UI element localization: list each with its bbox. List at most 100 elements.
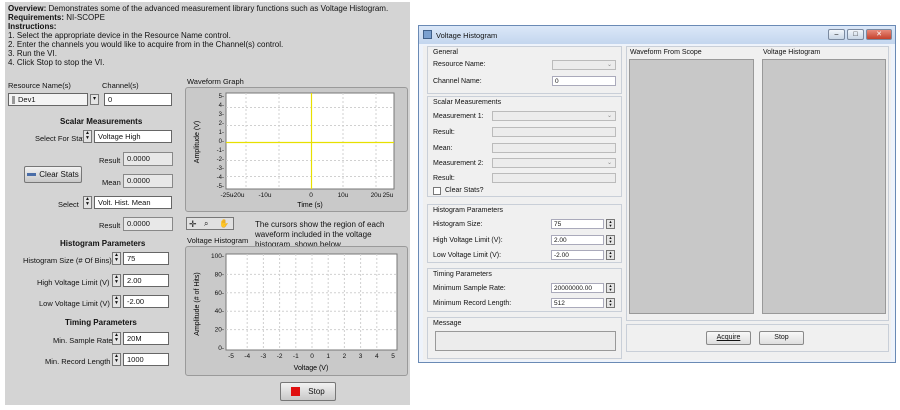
clear-stats-checkbox[interactable] (433, 187, 441, 195)
waveform-y-tick: 2- (219, 121, 224, 127)
histogram-x-tick: 3 (359, 353, 363, 360)
measurement2-dropdown[interactable]: ⌄ (492, 158, 616, 168)
mean-field (492, 143, 616, 153)
histogram-y-axis-label: Amplitude (# of Hits) (194, 272, 201, 335)
waveform-from-scope-label: Waveform From Scope (630, 49, 702, 56)
resource-dropdown-arrow-icon[interactable]: ▾ (90, 94, 99, 105)
histogram-x-tick: -5 (228, 353, 234, 360)
histogram-x-ticks: -5 -4 -3 -2 -1 0 1 2 3 4 5 (228, 353, 395, 360)
channel-name-input[interactable]: 0 (552, 76, 616, 86)
high-voltage-limit-input[interactable]: 2.00 (123, 274, 169, 287)
requirements-text: NI-SCOPE (64, 13, 105, 22)
min-sample-rate-input[interactable]: 20M (123, 332, 169, 345)
voltage-histogram-graph: 100- 80- 60- 40- 20- 0- -5 -4 -3 -2 -1 0 1 2 3 4 5 Volt… (185, 246, 408, 376)
histogram-y-tick: 100- (211, 253, 224, 260)
result2-field (492, 173, 616, 183)
histogram-x-tick: 5 (391, 353, 395, 360)
minimize-icon: – (834, 31, 839, 38)
scalar-measurements-heading: Scalar Measurements (433, 99, 502, 106)
maximize-icon: □ (853, 31, 858, 38)
title-bar: Voltage Histogram – □ ✕ (419, 26, 895, 44)
high-voltage-limit-input[interactable]: 2.00 (551, 235, 604, 245)
histogram-size-label: Histogram Size (# Of Bins) (23, 256, 112, 265)
min-sample-rate-label: Minimum Sample Rate: (433, 285, 506, 292)
min-sample-rate-label: Min. Sample Rate (53, 336, 113, 345)
histogram-parameters-title: Histogram Parameters (60, 239, 146, 248)
low-voltage-limit-input[interactable]: -2.00 (123, 295, 169, 308)
min-sample-rate-input[interactable]: 20000000.00 (551, 283, 604, 293)
histogram-x-tick: -4 (244, 353, 250, 360)
stop-button[interactable]: Stop (280, 382, 336, 401)
select-for-stats-ring[interactable]: Voltage High (94, 130, 172, 143)
waveform-y-axis-label: Amplitude (V) (194, 121, 201, 163)
maximize-button[interactable]: □ (847, 29, 864, 40)
min-sample-rate-spinner-icon[interactable]: ▲ ▼ (112, 332, 121, 345)
histogram-size-spinner-icon[interactable]: ▲ ▼ (112, 252, 121, 265)
waveform-graph-label: Waveform Graph (187, 77, 244, 86)
measurement1-dropdown[interactable]: ⌄ (492, 111, 616, 121)
result2-label: Result (99, 221, 121, 230)
resource-name-dropdown[interactable]: ⌄ (552, 60, 616, 70)
result2-label: Result: (433, 175, 455, 182)
high-voltage-spinner-icon[interactable]: ▲ ▼ (606, 235, 615, 245)
voltage-histogram-window: Voltage Histogram – □ ✕ General Resource… (418, 25, 896, 363)
clear-stats-button[interactable]: Clear Stats (24, 166, 82, 183)
waveform-x-tick: 20u (371, 192, 382, 199)
instruction-step: 3. Run the VI. (8, 49, 57, 58)
min-record-length-spinner-icon[interactable]: ▲ ▼ (112, 353, 121, 366)
resource-name-control[interactable]: Dev1 (8, 93, 88, 106)
general-heading: General (433, 49, 458, 56)
min-record-length-label: Min. Record Length (45, 357, 111, 366)
select-for-stats-label: Select For Stats (35, 134, 89, 143)
button-bar (626, 324, 889, 352)
result-field (492, 127, 616, 137)
waveform-y-tick: 0- (219, 139, 224, 145)
pan-hand-icon[interactable]: ✋ (219, 219, 231, 229)
acquire-button[interactable]: Acquire (706, 331, 751, 345)
min-record-length-spinner-icon[interactable]: ▲ ▼ (606, 298, 615, 308)
histogram-size-label: Histogram Size: (433, 221, 483, 228)
waveform-x-axis-label: Time (s) (297, 202, 322, 209)
min-sample-rate-spinner-icon[interactable]: ▲ ▼ (606, 283, 615, 293)
histogram-y-tick: 80- (215, 271, 224, 278)
waveform-x-tick: 0 (309, 192, 313, 199)
instruction-step: 1. Select the appropriate device in the … (8, 31, 231, 40)
cursor-move-icon[interactable]: ✛ (189, 219, 201, 229)
histogram-y-tick: 60- (215, 290, 224, 297)
waveform-x-ticks: -25u-20u -10u 0 10u 20u 25u (220, 192, 393, 199)
min-record-length-input[interactable]: 512 (551, 298, 604, 308)
select-spinner-icon[interactable]: ▲ ▼ (83, 196, 92, 209)
channel-name-label: Channel Name: (433, 78, 482, 85)
requirements-label: Requirements: (8, 13, 65, 22)
low-voltage-spinner-icon[interactable]: ▲ ▼ (606, 250, 615, 260)
select-for-stats-spinner-icon[interactable]: ▲ ▼ (83, 130, 92, 143)
min-record-length-label: Minimum Record Length: (433, 300, 512, 307)
channel-input[interactable]: 0 (104, 93, 172, 106)
waveform-y-tick: 1- (219, 130, 224, 136)
low-voltage-spinner-icon[interactable]: ▲ ▼ (112, 295, 121, 308)
graph-palette: ✛ ⌕ ✋ (186, 217, 234, 230)
histogram-size-input[interactable]: 75 (551, 219, 604, 229)
histogram-size-spinner-icon[interactable]: ▲ ▼ (606, 219, 615, 229)
stop-dialog-button[interactable]: Stop (759, 331, 804, 345)
zoom-icon[interactable]: ⌕ (204, 219, 216, 229)
resource-name-label: Resource Name: (433, 61, 486, 68)
overview-line: Overview: Demonstrates some of the advan… (8, 4, 408, 13)
low-voltage-limit-input[interactable]: -2.00 (551, 250, 604, 260)
histogram-x-tick: -2 (277, 353, 283, 360)
high-voltage-spinner-icon[interactable]: ▲ ▼ (112, 274, 121, 287)
mean-label: Mean (102, 178, 121, 187)
close-button[interactable]: ✕ (866, 29, 892, 40)
waveform-y-tick: -2- (217, 157, 224, 163)
timing-parameters-title: Timing Parameters (65, 318, 137, 327)
histogram-x-tick: -3 (261, 353, 267, 360)
clear-stats-label: Clear Stats (39, 170, 79, 179)
channel-label: Channel(s) (102, 81, 139, 90)
histogram-size-input[interactable]: 75 (123, 252, 169, 265)
minimize-button[interactable]: – (828, 29, 845, 40)
min-record-length-input[interactable]: 1000 (123, 353, 169, 366)
waveform-y-tick: 4- (219, 103, 224, 109)
requirements-line: Requirements: NI-SCOPE (8, 13, 105, 22)
select-ring[interactable]: Volt. Hist. Mean (94, 196, 172, 209)
histogram-parameters-heading: Histogram Parameters (433, 207, 504, 214)
